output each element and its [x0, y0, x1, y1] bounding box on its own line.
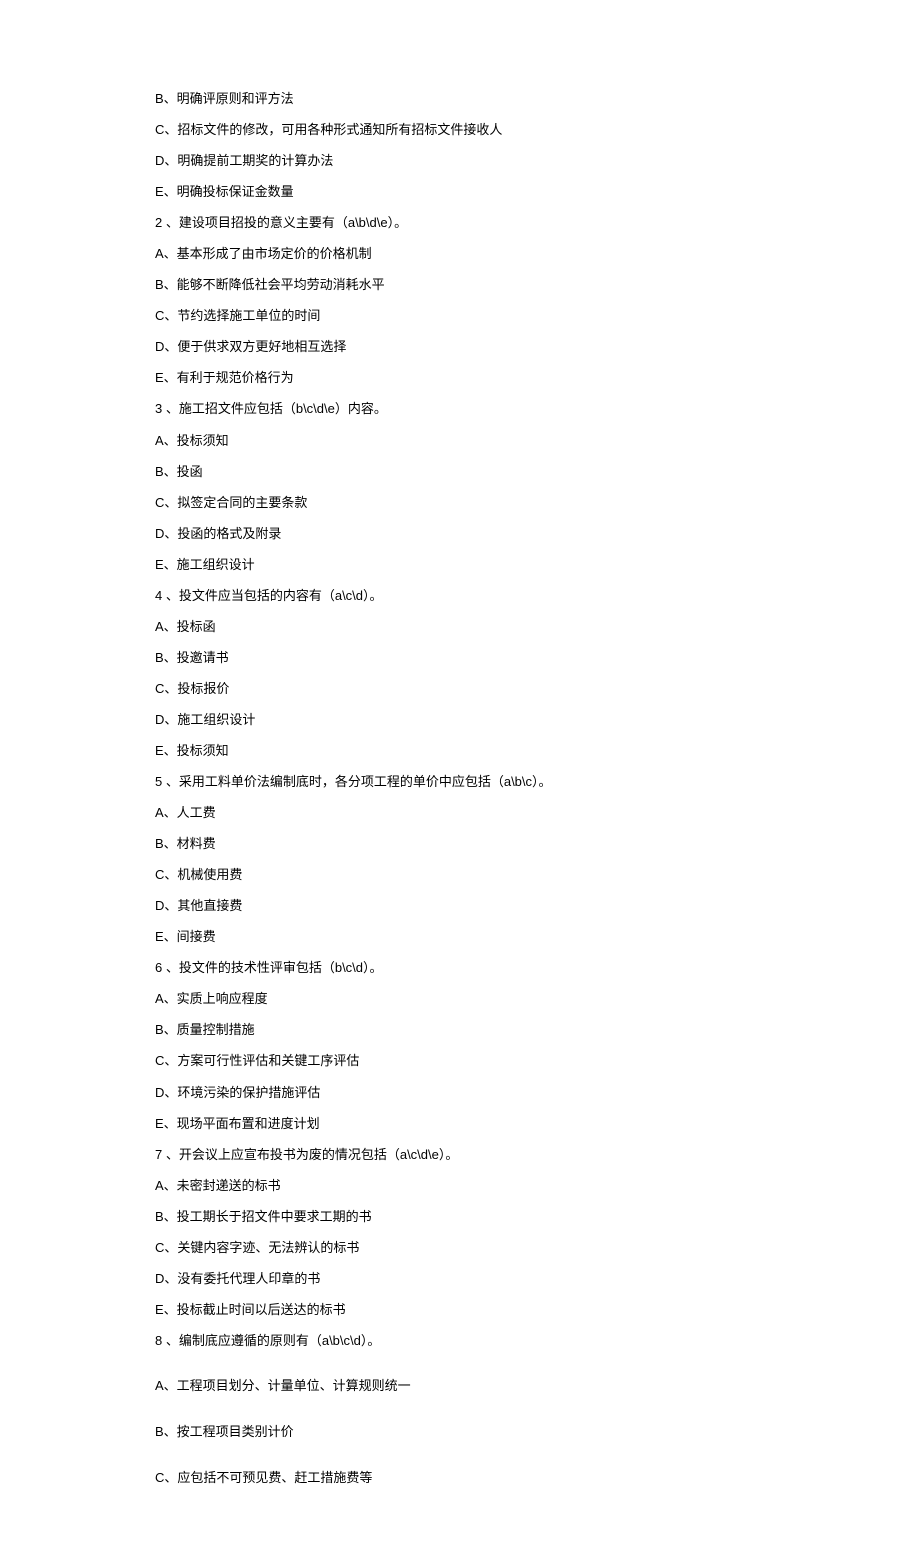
text-line: A、实质上响应程度 [155, 990, 920, 1008]
text-line: D、投函的格式及附录 [155, 525, 920, 543]
text-line: A、基本形成了由市场定价的价格机制 [155, 245, 920, 263]
document-body: B、明确评原则和评方法 C、招标文件的修改，可用各种形式通知所有招标文件接收人 D、… [155, 90, 920, 1486]
text-line: C、拟签定合同的主要条款 [155, 494, 920, 512]
text-line: E、有利于规范价格行为 [155, 369, 920, 387]
text-line: C、应包括不可预见费、赶工措施费等 [155, 1469, 920, 1487]
text-line: E、间接费 [155, 928, 920, 946]
text-line: A、工程项目划分、计量单位、计算规则统一 [155, 1377, 920, 1395]
text-line: D、明确提前工期奖的计算办法 [155, 152, 920, 170]
text-line: D、其他直接费 [155, 897, 920, 915]
text-line: E、现场平面布置和进度计划 [155, 1115, 920, 1133]
text-line: 7 、开会议上应宣布投书为废的情况包括（a\c\d\e）。 [155, 1146, 920, 1164]
text-line: C、投标报价 [155, 680, 920, 698]
text-line: D、环境污染的保护措施评估 [155, 1084, 920, 1102]
text-line: C、招标文件的修改，可用各种形式通知所有招标文件接收人 [155, 121, 920, 139]
text-line: 6 、投文件的技术性评审包括（b\c\d）。 [155, 959, 920, 977]
text-line: A、未密封递送的标书 [155, 1177, 920, 1195]
text-line: A、投标须知 [155, 432, 920, 450]
text-line: C、关键内容字迹、无法辨认的标书 [155, 1239, 920, 1257]
text-line: E、明确投标保证金数量 [155, 183, 920, 201]
text-line: 8 、编制底应遵循的原则有（a\b\c\d）。 [155, 1332, 920, 1350]
text-line: B、能够不断降低社会平均劳动消耗水平 [155, 276, 920, 294]
text-line: C、方案可行性评估和关键工序评估 [155, 1052, 920, 1070]
text-line: D、施工组织设计 [155, 711, 920, 729]
text-line: 5 、采用工料单价法编制底时，各分项工程的单价中应包括（a\b\c）。 [155, 773, 920, 791]
text-line: B、按工程项目类别计价 [155, 1423, 920, 1441]
text-line: D、没有委托代理人印章的书 [155, 1270, 920, 1288]
text-line: C、节约选择施工单位的时间 [155, 307, 920, 325]
text-line: 4 、投文件应当包括的内容有（a\c\d）。 [155, 587, 920, 605]
text-line: B、材料费 [155, 835, 920, 853]
text-line: A、投标函 [155, 618, 920, 636]
text-line: B、明确评原则和评方法 [155, 90, 920, 108]
text-line: D、便于供求双方更好地相互选择 [155, 338, 920, 356]
text-line: E、投标须知 [155, 742, 920, 760]
text-line: C、机械使用费 [155, 866, 920, 884]
text-line: B、质量控制措施 [155, 1021, 920, 1039]
text-line: A、人工费 [155, 804, 920, 822]
text-line: B、投函 [155, 463, 920, 481]
text-line: E、施工组织设计 [155, 556, 920, 574]
text-line: 2 、建设项目招投的意义主要有（a\b\d\e）。 [155, 214, 920, 232]
text-line: B、投工期长于招文件中要求工期的书 [155, 1208, 920, 1226]
text-line: E、投标截止时间以后送达的标书 [155, 1301, 920, 1319]
text-line: 3 、施工招文件应包括（b\c\d\e）内容。 [155, 400, 920, 418]
text-line: B、投邀请书 [155, 649, 920, 667]
